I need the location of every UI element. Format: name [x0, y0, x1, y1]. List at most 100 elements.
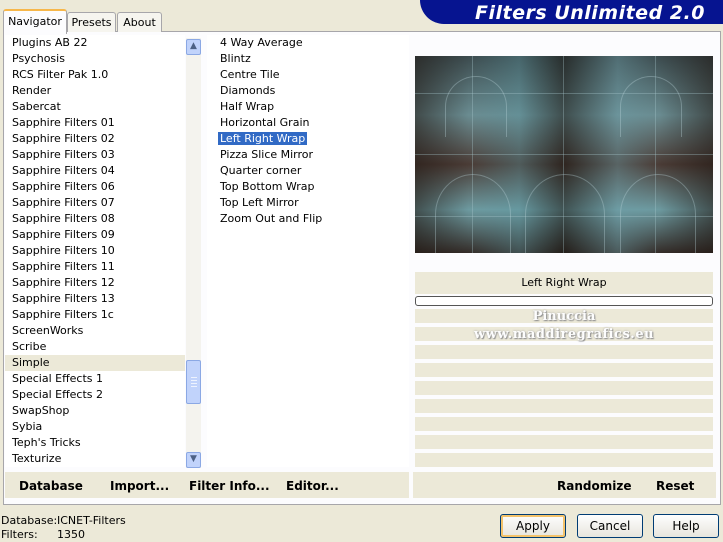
category-item[interactable]: Sapphire Filters 08 [5, 211, 185, 227]
tab-navigator[interactable]: Navigator [3, 9, 67, 34]
category-item-label: Sapphire Filters 11 [12, 260, 115, 273]
category-item[interactable]: SwapShop [5, 403, 185, 419]
parameter-slot [415, 435, 713, 449]
category-item[interactable]: Sapphire Filters 11 [5, 259, 185, 275]
category-item-label: Sapphire Filters 01 [12, 116, 115, 129]
filter-item-label: Zoom Out and Flip [220, 212, 323, 225]
category-list[interactable]: Plugins AB 22 Psychosis RCS Filter Pak 1.0… [5, 35, 185, 467]
category-item[interactable]: Texturize [5, 451, 185, 467]
category-item[interactable]: Render [5, 83, 185, 99]
filter-item[interactable]: Left Right Wrap [207, 131, 409, 147]
cancel-button[interactable]: Cancel [577, 514, 643, 538]
category-item-label: Psychosis [12, 52, 65, 65]
category-item[interactable]: Sapphire Filters 07 [5, 195, 185, 211]
category-item[interactable]: Sapphire Filters 12 [5, 275, 185, 291]
category-scrollbar[interactable]: ▲ ▼ [186, 38, 201, 468]
filter-item-label: Diamonds [220, 84, 276, 97]
randomize-button[interactable]: Randomize [557, 479, 631, 493]
category-item-label: Sapphire Filters 10 [12, 244, 115, 257]
filter-item[interactable]: Pizza Slice Mirror [207, 147, 409, 163]
filter-item[interactable]: Top Bottom Wrap [207, 179, 409, 195]
reset-button[interactable]: Reset [656, 479, 694, 493]
filter-item[interactable]: Top Left Mirror [207, 195, 409, 211]
category-item[interactable]: Scribe [5, 339, 185, 355]
category-item-label: Special Effects 1 [12, 372, 104, 385]
database-value: ICNET-Filters [57, 514, 126, 527]
category-item-label: Sapphire Filters 03 [12, 148, 115, 161]
filter-item[interactable]: Half Wrap [207, 99, 409, 115]
filter-list[interactable]: 4 Way Average Blintz Centre Tile Diamonds Ha… [207, 35, 409, 467]
tab-about[interactable]: About [117, 12, 162, 32]
filter-item[interactable]: 4 Way Average [207, 35, 409, 51]
category-item[interactable]: Sapphire Filters 03 [5, 147, 185, 163]
parameter-slot [415, 381, 713, 395]
watermark-url: www.maddiregrafics.eu [473, 327, 655, 342]
category-item[interactable]: Teph's Tricks [5, 435, 185, 451]
filter-item-label: Quarter corner [220, 164, 302, 177]
preview-filter-name: Left Right Wrap [415, 272, 713, 294]
filter-item-label: Top Bottom Wrap [220, 180, 315, 193]
category-item[interactable]: Sabercat [5, 99, 185, 115]
progress-bar [415, 296, 713, 306]
filter-item[interactable]: Diamonds [207, 83, 409, 99]
parameter-slot [415, 417, 713, 431]
preview-image [415, 56, 713, 253]
category-item-label: Sapphire Filters 09 [12, 228, 115, 241]
category-item[interactable]: Simple [5, 355, 185, 371]
scroll-thumb[interactable] [186, 360, 201, 404]
tab-presets[interactable]: Presets [67, 12, 116, 32]
category-item-label: Texturize [12, 452, 62, 465]
category-item-label: Sybia [12, 420, 43, 433]
category-item[interactable]: Sybia [5, 419, 185, 435]
app-title: Filters Unlimited 2.0 [475, 2, 705, 24]
category-item-label: SwapShop [12, 404, 70, 417]
category-item[interactable]: Sapphire Filters 1c [5, 307, 185, 323]
category-item[interactable]: Special Effects 2 [5, 387, 185, 403]
category-item-label: Sapphire Filters 12 [12, 276, 115, 289]
filter-item-label: Top Left Mirror [220, 196, 299, 209]
database-button[interactable]: Database [19, 479, 83, 493]
category-item[interactable]: ScreenWorks [5, 323, 185, 339]
scroll-up-button[interactable]: ▲ [186, 39, 201, 55]
category-item-label: Simple [12, 356, 50, 369]
category-item[interactable]: Sapphire Filters 06 [5, 179, 185, 195]
category-item[interactable]: Sapphire Filters 02 [5, 131, 185, 147]
editor-button[interactable]: Editor... [286, 479, 339, 493]
category-item-label: Sapphire Filters 06 [12, 180, 115, 193]
category-item[interactable]: Sapphire Filters 01 [5, 115, 185, 131]
category-item[interactable]: Special Effects 1 [5, 371, 185, 387]
parameter-slot [415, 399, 713, 413]
filter-item-label: Pizza Slice Mirror [220, 148, 314, 161]
category-item[interactable]: RCS Filter Pak 1.0 [5, 67, 185, 83]
filter-item-label: Centre Tile [220, 68, 280, 81]
category-item-label: Teph's Tricks [12, 436, 81, 449]
category-item-label: Special Effects 2 [12, 388, 104, 401]
category-item-label: Sapphire Filters 07 [12, 196, 115, 209]
help-button[interactable]: Help [653, 514, 719, 538]
scroll-down-button[interactable]: ▼ [186, 452, 201, 468]
import-button[interactable]: Import... [110, 479, 169, 493]
apply-button[interactable]: Apply [500, 514, 566, 538]
filter-item[interactable]: Horizontal Grain [207, 115, 409, 131]
category-item[interactable]: Sapphire Filters 10 [5, 243, 185, 259]
parameter-slot [415, 363, 713, 377]
filter-item-label: 4 Way Average [220, 36, 303, 49]
filter-item[interactable]: Quarter corner [207, 163, 409, 179]
filter-info-button[interactable]: Filter Info... [189, 479, 270, 493]
category-item-label: Render [12, 84, 52, 97]
category-item-label: Sabercat [12, 100, 61, 113]
watermark-author: Pinuccia [532, 309, 596, 324]
category-item[interactable]: Sapphire Filters 04 [5, 163, 185, 179]
category-item[interactable]: Psychosis [5, 51, 185, 67]
category-item[interactable]: Sapphire Filters 13 [5, 291, 185, 307]
category-item[interactable]: Plugins AB 22 [5, 35, 185, 51]
filter-item[interactable]: Zoom Out and Flip [207, 211, 409, 227]
category-item-label: Sapphire Filters 02 [12, 132, 115, 145]
filter-item[interactable]: Blintz [207, 51, 409, 67]
filters-count-value: 1350 [57, 528, 85, 541]
category-item[interactable]: Sapphire Filters 09 [5, 227, 185, 243]
filter-item-label: Left Right Wrap [218, 132, 308, 145]
category-item-label: Sapphire Filters 04 [12, 164, 115, 177]
filter-item[interactable]: Centre Tile [207, 67, 409, 83]
filter-item-label: Horizontal Grain [220, 116, 310, 129]
